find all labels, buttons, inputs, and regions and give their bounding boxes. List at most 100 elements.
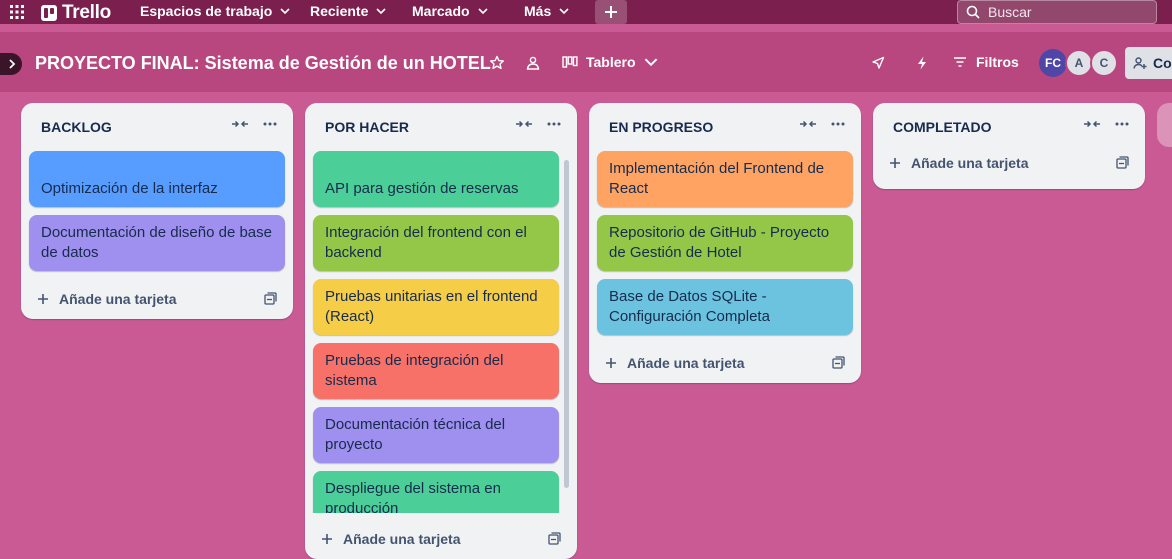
add-card-button[interactable]: Añade una tarjeta: [873, 143, 1145, 183]
list-completado: COMPLETADO Añade una tarjeta: [873, 103, 1145, 189]
add-card-button[interactable]: Añade una tarjeta: [21, 279, 293, 319]
collapse-list-icon[interactable]: [231, 119, 249, 129]
list-header[interactable]: BACKLOG: [21, 103, 293, 151]
share-label: Co: [1153, 55, 1172, 71]
card-template-icon[interactable]: [832, 356, 845, 369]
avatar-initials: FC: [1045, 56, 1061, 70]
card-por-hacer-5[interactable]: Documentación técnica del proyecto: [313, 407, 559, 463]
member-avatar-c[interactable]: C: [1090, 49, 1118, 77]
workspace-visibility-icon[interactable]: [525, 55, 541, 71]
star-icon[interactable]: [489, 55, 505, 71]
chevron-down-icon: [559, 8, 569, 15]
list-header[interactable]: POR HACER: [305, 103, 577, 151]
add-card-label: Añade una tarjeta: [59, 291, 177, 307]
member-avatar-a[interactable]: A: [1065, 49, 1093, 77]
nav-recent[interactable]: Reciente: [310, 3, 386, 19]
list-title[interactable]: COMPLETADO: [893, 119, 992, 135]
card-por-hacer-4[interactable]: Pruebas de integración del sistema: [313, 343, 559, 399]
card-title: Optimización de la interfaz: [41, 180, 218, 197]
card-en-progreso-3[interactable]: Base de Datos SQLite - Configuración Com…: [597, 279, 853, 335]
add-card-label: Añade una tarjeta: [911, 155, 1029, 171]
trello-logo-icon: [41, 5, 57, 21]
card-template-icon[interactable]: [1116, 156, 1129, 169]
list-menu-icon[interactable]: [263, 122, 277, 126]
list-en-progreso: EN PROGRESO Implementación del Frontend …: [589, 103, 861, 383]
automation-lightning-icon[interactable]: [914, 55, 930, 71]
collapse-list-icon[interactable]: [1083, 119, 1101, 129]
plus-icon: [605, 6, 617, 18]
trello-logo[interactable]: Trello: [41, 2, 111, 24]
board-title[interactable]: PROYECTO FINAL: Sistema de Gestión de un…: [35, 53, 491, 74]
list-menu-icon[interactable]: [831, 122, 845, 126]
add-card-button[interactable]: Añade una tarjeta: [305, 519, 577, 559]
list-menu-icon[interactable]: [1115, 122, 1129, 126]
nav-more-label: Más: [524, 3, 552, 19]
card-title: Documentación de diseño de base de datos: [41, 224, 272, 261]
top-navigation: Trello Espacios de trabajo Reciente Marc…: [0, 0, 1172, 24]
filters-label: Filtros: [976, 54, 1019, 70]
nav-starred-label: Marcado: [412, 3, 470, 19]
add-card-label: Añade una tarjeta: [627, 355, 745, 371]
avatar-initials: A: [1074, 56, 1084, 70]
sidebar-toggle-button[interactable]: [0, 53, 22, 75]
card-title: Base de Datos SQLite - Configuración Com…: [609, 288, 770, 325]
add-card-button[interactable]: Añade una tarjeta: [589, 343, 861, 383]
nav-workspaces-label: Espacios de trabajo: [140, 3, 273, 19]
board-view-icon: [562, 56, 578, 68]
share-button[interactable]: Co: [1125, 47, 1172, 79]
card-title: Despliegue del sistema en producción: [325, 480, 501, 513]
nav-more[interactable]: Más: [524, 3, 569, 19]
board-header: PROYECTO FINAL: Sistema de Gestión de un…: [0, 32, 1172, 92]
filter-icon: [954, 57, 966, 67]
plus-icon: [38, 294, 48, 304]
list-scrollbar[interactable]: [562, 148, 570, 512]
chevron-down-icon: [280, 8, 290, 15]
list-title[interactable]: POR HACER: [325, 119, 409, 135]
plus-icon: [606, 358, 616, 368]
search-icon: [966, 5, 980, 19]
logo-text: Trello: [62, 2, 111, 23]
card-backlog-2[interactable]: Documentación de diseño de base de datos: [29, 215, 285, 271]
nav-workspaces[interactable]: Espacios de trabajo: [140, 3, 290, 19]
card-template-icon[interactable]: [548, 532, 561, 545]
apps-grid-icon[interactable]: [9, 4, 25, 20]
card-por-hacer-3[interactable]: Pruebas unitarias en el frontend (React): [313, 279, 559, 335]
card-template-icon[interactable]: [264, 292, 277, 305]
list-title[interactable]: EN PROGRESO: [609, 119, 713, 135]
plus-icon: [322, 534, 332, 544]
card-en-progreso-2[interactable]: Repositorio de GitHub - Proyecto de Gest…: [597, 215, 853, 271]
collapse-list-icon[interactable]: [799, 119, 817, 129]
card-title: Pruebas de integración del sistema: [325, 352, 504, 389]
card-backlog-1[interactable]: Optimización de la interfaz: [29, 151, 285, 207]
add-member-icon: [1133, 57, 1147, 69]
card-title: Documentación técnica del proyecto: [325, 416, 506, 453]
view-switcher[interactable]: Tablero: [562, 54, 658, 70]
card-title: Integración del frontend con el backend: [325, 224, 527, 261]
scrollbar-thumb[interactable]: [564, 160, 569, 488]
chevron-down-icon: [478, 8, 488, 15]
avatar-initials: C: [1099, 56, 1109, 70]
card-title: API para gestión de reservas: [325, 180, 519, 197]
chevron-down-icon: [644, 58, 657, 67]
card-por-hacer-1[interactable]: API para gestión de reservas: [313, 151, 559, 207]
chevron-right-icon: [9, 59, 16, 69]
list-menu-icon[interactable]: [547, 122, 561, 126]
card-en-progreso-1[interactable]: Implementación del Frontend de React: [597, 151, 853, 207]
search-box[interactable]: [957, 0, 1157, 24]
power-ups-rocket-icon[interactable]: [870, 55, 886, 71]
add-list-button[interactable]: [1157, 103, 1172, 147]
member-avatar-fc[interactable]: FC: [1039, 49, 1067, 77]
list-header[interactable]: EN PROGRESO: [589, 103, 861, 151]
list-title[interactable]: BACKLOG: [41, 119, 112, 135]
card-por-hacer-2[interactable]: Integración del frontend con el backend: [313, 215, 559, 271]
nav-recent-label: Reciente: [310, 3, 369, 19]
card-por-hacer-6[interactable]: Despliegue del sistema en producción: [313, 471, 559, 513]
plus-icon: [890, 158, 900, 168]
nav-starred[interactable]: Marcado: [412, 3, 488, 19]
filters-button[interactable]: Filtros: [953, 54, 1019, 70]
collapse-list-icon[interactable]: [515, 119, 533, 129]
search-input[interactable]: [988, 4, 1138, 20]
card-title: Repositorio de GitHub - Proyecto de Gest…: [609, 224, 830, 261]
list-por-hacer: POR HACER API para gestión de reservas I…: [305, 103, 577, 559]
create-button[interactable]: [595, 0, 627, 24]
